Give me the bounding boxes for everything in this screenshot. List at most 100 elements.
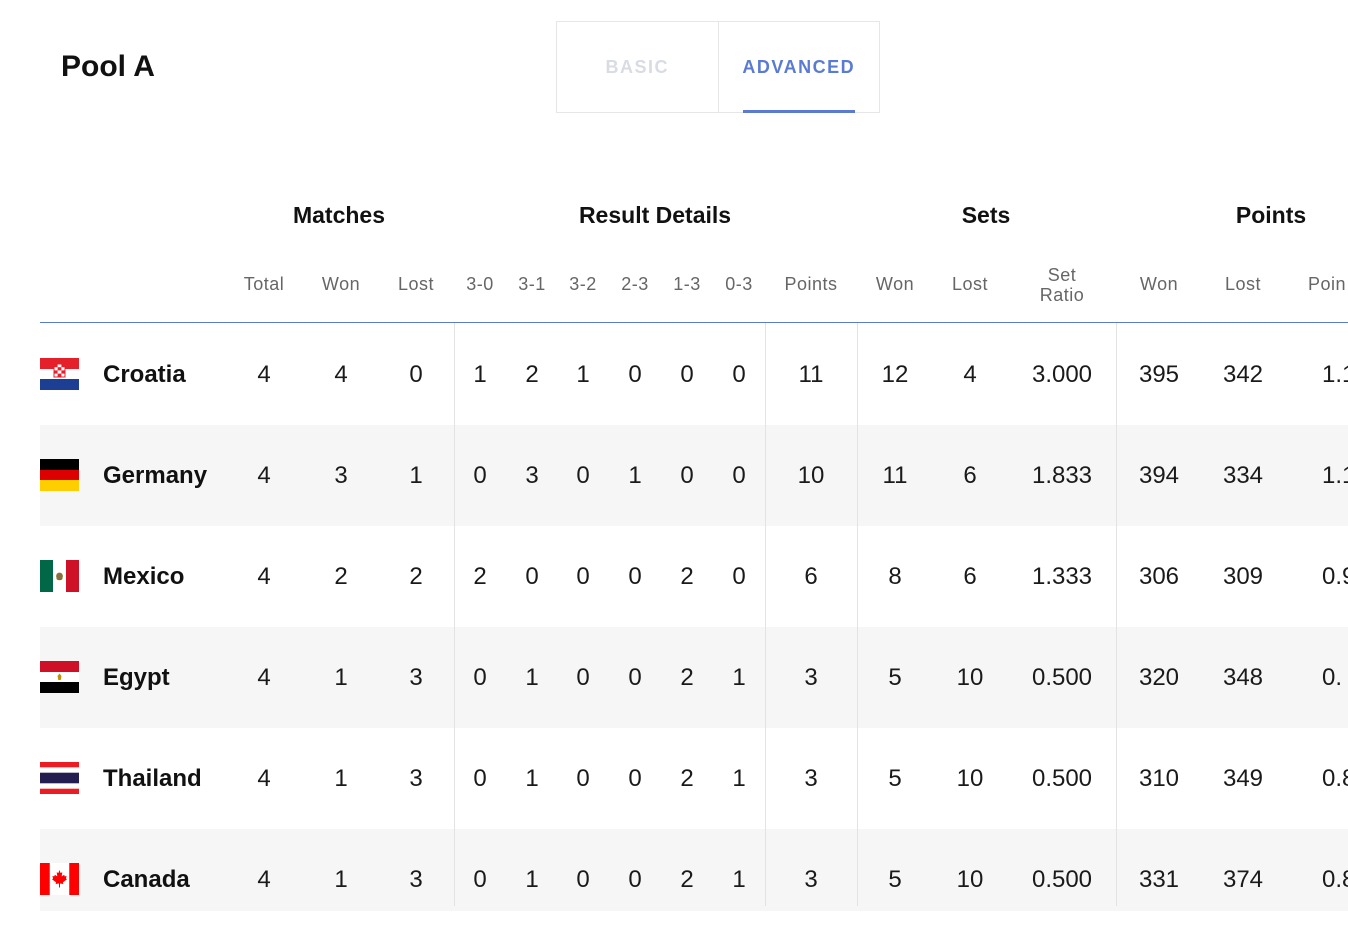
- cell-r32: 0: [576, 765, 590, 792]
- column-divider: [454, 323, 455, 906]
- cell-won: 3: [334, 462, 348, 489]
- cell-sets-won: 8: [888, 563, 902, 590]
- cell-points: 11: [798, 361, 824, 388]
- table-row: Thailand41301002135100.5003103490.8: [40, 728, 1348, 829]
- table-row: Croatia440121000111243.0003953421.1: [40, 324, 1348, 425]
- column-header-2-3[interactable]: 2-3: [621, 274, 649, 295]
- cell-sets-lost: 10: [956, 664, 984, 691]
- column-header-matches-lost[interactable]: Lost: [398, 274, 434, 295]
- column-header-0-3[interactable]: 0-3: [725, 274, 753, 295]
- cell-lost: 2: [409, 563, 423, 590]
- country-name[interactable]: Croatia: [103, 361, 186, 389]
- cell-pts-ratio: 0.9: [1322, 563, 1348, 590]
- cell-r31: 1: [525, 866, 539, 893]
- group-header-matches: Matches: [292, 202, 386, 228]
- cell-r32: 1: [576, 361, 590, 388]
- group-header-points: Points: [1235, 202, 1307, 228]
- cell-r13: 2: [680, 664, 694, 691]
- column-header-set-ratio[interactable]: Set Ratio: [1040, 265, 1085, 305]
- cell-pts-ratio: 1.1: [1322, 462, 1348, 489]
- column-header-points[interactable]: Points: [784, 274, 837, 295]
- cell-r31: 0: [525, 563, 539, 590]
- mexico-flag-icon: [40, 560, 79, 592]
- table-row: Mexico 4 2 2 2 0 0 0 2 0 6 8 6 1.333 306 309 0.9: [40, 526, 1348, 627]
- column-header-3-2[interactable]: 3-2: [569, 274, 597, 295]
- cell-pts-won: 394: [1138, 462, 1180, 489]
- cell-won: 1: [334, 866, 348, 893]
- cell-r30: 0: [473, 462, 487, 489]
- cell-sets-lost: 6: [963, 462, 977, 489]
- column-header-set-ratio-line2: Ratio: [1039, 285, 1085, 305]
- cell-pts-lost: 342: [1222, 361, 1264, 388]
- cell-r03: 1: [732, 664, 746, 691]
- pool-title: Pool A: [61, 50, 155, 83]
- cell-r23: 0: [628, 563, 642, 590]
- country-name[interactable]: Egypt: [103, 664, 170, 692]
- cell-sets-won: 5: [888, 866, 902, 893]
- column-header-total[interactable]: Total: [244, 274, 285, 295]
- cell-r13: 2: [680, 866, 694, 893]
- column-header-points-lost[interactable]: Lost: [1225, 274, 1261, 295]
- active-tab-indicator: [742, 110, 855, 113]
- cell-r23: 0: [628, 765, 642, 792]
- cell-won: 1: [334, 664, 348, 691]
- country-name[interactable]: Canada: [103, 866, 190, 894]
- cell-pts-ratio: 0.8: [1322, 765, 1348, 792]
- cell-pts-lost: 374: [1222, 866, 1264, 893]
- tab-advanced[interactable]: ADVANCED: [719, 22, 880, 113]
- column-header-sets-lost[interactable]: Lost: [952, 274, 988, 295]
- cell-r30: 0: [473, 866, 487, 893]
- cell-r31: 2: [525, 361, 539, 388]
- cell-total: 4: [257, 866, 271, 893]
- cell-won: 1: [334, 765, 348, 792]
- cell-sets-lost: 10: [956, 866, 984, 893]
- column-header-sets-won[interactable]: Won: [876, 274, 914, 295]
- cell-total: 4: [257, 361, 271, 388]
- cell-lost: 1: [409, 462, 423, 489]
- cell-r13: 2: [680, 765, 694, 792]
- header-divider: [40, 322, 1348, 323]
- column-header-1-3[interactable]: 1-3: [673, 274, 701, 295]
- cell-points: 6: [804, 563, 818, 590]
- country-name[interactable]: Germany: [103, 462, 207, 490]
- cell-points: 10: [797, 462, 825, 489]
- cell-pts-won: 310: [1138, 765, 1180, 792]
- cell-sets-lost: 4: [963, 361, 977, 388]
- column-header-points-ratio[interactable]: Poin: [1308, 274, 1346, 295]
- column-header-points-won[interactable]: Won: [1140, 274, 1178, 295]
- cell-r03: 0: [732, 361, 746, 388]
- cell-pts-ratio: 1.1: [1322, 361, 1348, 388]
- cell-sets-won: 12: [881, 361, 909, 388]
- cell-lost: 3: [409, 765, 423, 792]
- cell-r03: 1: [732, 765, 746, 792]
- tab-advanced-label: ADVANCED: [742, 56, 856, 77]
- cell-r32: 0: [576, 563, 590, 590]
- cell-set-ratio: 3.000: [1031, 361, 1093, 388]
- tab-basic[interactable]: BASIC: [557, 22, 719, 112]
- cell-set-ratio: 0.500: [1031, 866, 1093, 893]
- country-name[interactable]: Mexico: [103, 563, 184, 591]
- cell-r32: 0: [576, 664, 590, 691]
- column-header-3-0[interactable]: 3-0: [466, 274, 494, 295]
- cell-r13: 0: [680, 361, 694, 388]
- cell-set-ratio: 1.833: [1031, 462, 1093, 489]
- cell-pts-won: 395: [1138, 361, 1180, 388]
- cell-r32: 0: [576, 866, 590, 893]
- cell-r31: 1: [525, 765, 539, 792]
- cell-pts-lost: 349: [1222, 765, 1264, 792]
- cell-won: 4: [334, 361, 348, 388]
- cell-total: 4: [257, 462, 271, 489]
- column-header-set-ratio-line1: Set: [1047, 265, 1077, 285]
- cell-r30: 0: [473, 664, 487, 691]
- cell-won: 2: [334, 563, 348, 590]
- group-header-result-details: Result Details: [578, 202, 732, 228]
- column-header-3-1[interactable]: 3-1: [518, 274, 546, 295]
- cell-r32: 0: [576, 462, 590, 489]
- cell-r13: 2: [680, 563, 694, 590]
- column-header-matches-won[interactable]: Won: [322, 274, 360, 295]
- cell-set-ratio: 0.500: [1031, 765, 1093, 792]
- cell-pts-lost: 334: [1222, 462, 1264, 489]
- country-name[interactable]: Thailand: [103, 765, 202, 793]
- cell-lost: 3: [409, 664, 423, 691]
- cell-r23: 1: [628, 462, 642, 489]
